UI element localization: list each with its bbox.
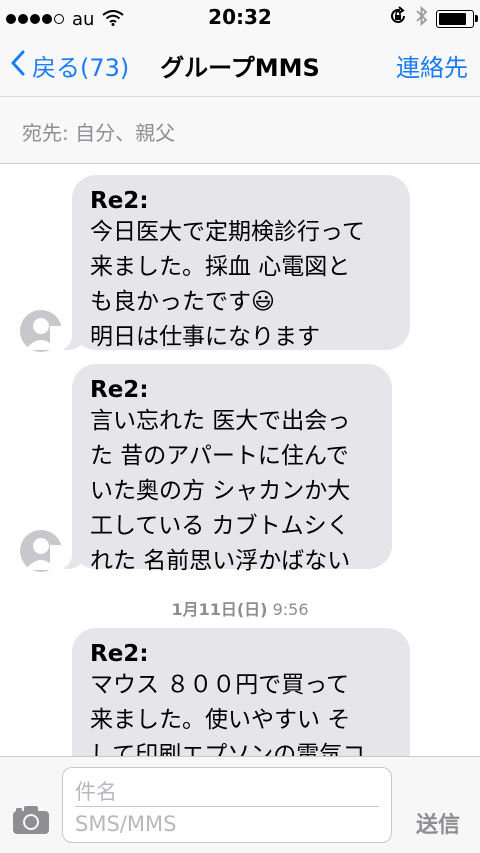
message-input[interactable]: SMS/MMS (75, 812, 176, 836)
battery-fill (439, 12, 466, 25)
send-button[interactable]: 送信 (416, 807, 460, 839)
message-bubble[interactable]: Re2: 今日医大で定期検診行って 来ました。採血 心電図と も良かったです😃 … (50, 175, 410, 350)
message-subject: Re2: (90, 377, 149, 403)
battery-icon (436, 9, 478, 28)
rotation-lock-icon (388, 6, 408, 31)
message-bubble[interactable]: Re2: 言い忘れた 医大で出会っ た 昔のアパートに住んで いた奥の方 シャカ… (50, 364, 392, 574)
message-body: 今日医大で定期検診行って 来ました。採血 心電図と も良かったです😃 明日は仕事… (90, 219, 365, 350)
message-body: 言い忘れた 医大で出会っ た 昔のアパートに住んで いた奥の方 シャカンか大 工… (90, 408, 351, 574)
camera-button[interactable] (12, 805, 50, 839)
status-right (388, 5, 478, 31)
recipients-label: 宛先: 自分、親父 (22, 121, 176, 145)
subject-input[interactable]: 件名 (75, 776, 379, 807)
message-subject: Re2: (90, 641, 149, 667)
message-timestamp: 1月11日(日) 9:56 (0, 596, 480, 620)
compose-bar: 件名 SMS/MMS 送信 (0, 756, 480, 853)
bubble-tail (50, 326, 86, 350)
contacts-button[interactable]: 連絡先 (396, 48, 468, 83)
recipients-field[interactable]: 宛先: 自分、親父 (0, 96, 480, 164)
message-subject: Re2: (90, 188, 149, 214)
bluetooth-icon (416, 5, 428, 31)
timestamp-date: 1月11日(日) (171, 600, 268, 619)
timestamp-time: 9:56 (272, 600, 309, 619)
camera-icon (13, 806, 49, 834)
status-bar: au 20:32 (0, 0, 480, 34)
navigation-bar: 戻る(73) グループMMS 連絡先 (0, 34, 480, 96)
message-input-field[interactable]: 件名 SMS/MMS (62, 767, 392, 843)
bubble-tail (50, 545, 86, 569)
